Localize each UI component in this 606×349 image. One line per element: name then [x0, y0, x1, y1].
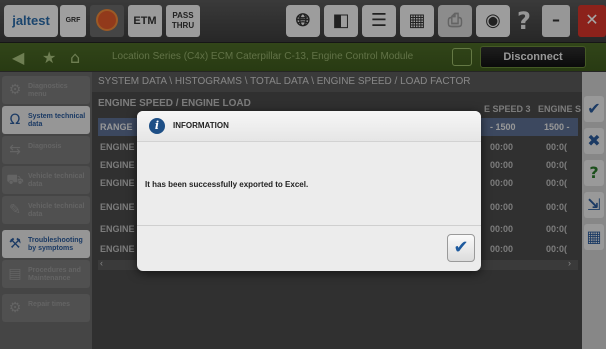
information-dialog: i INFORMATION It has been successfully e…: [137, 111, 481, 271]
dialog-message: It has been successfully exported to Exc…: [145, 180, 309, 189]
ok-button[interactable]: ✔: [447, 234, 475, 262]
info-icon: i: [149, 118, 165, 134]
dialog-divider: [137, 225, 481, 226]
dialog-header: i INFORMATION: [137, 111, 481, 142]
dialog-title: INFORMATION: [173, 121, 229, 130]
check-icon: ✔: [453, 237, 469, 258]
